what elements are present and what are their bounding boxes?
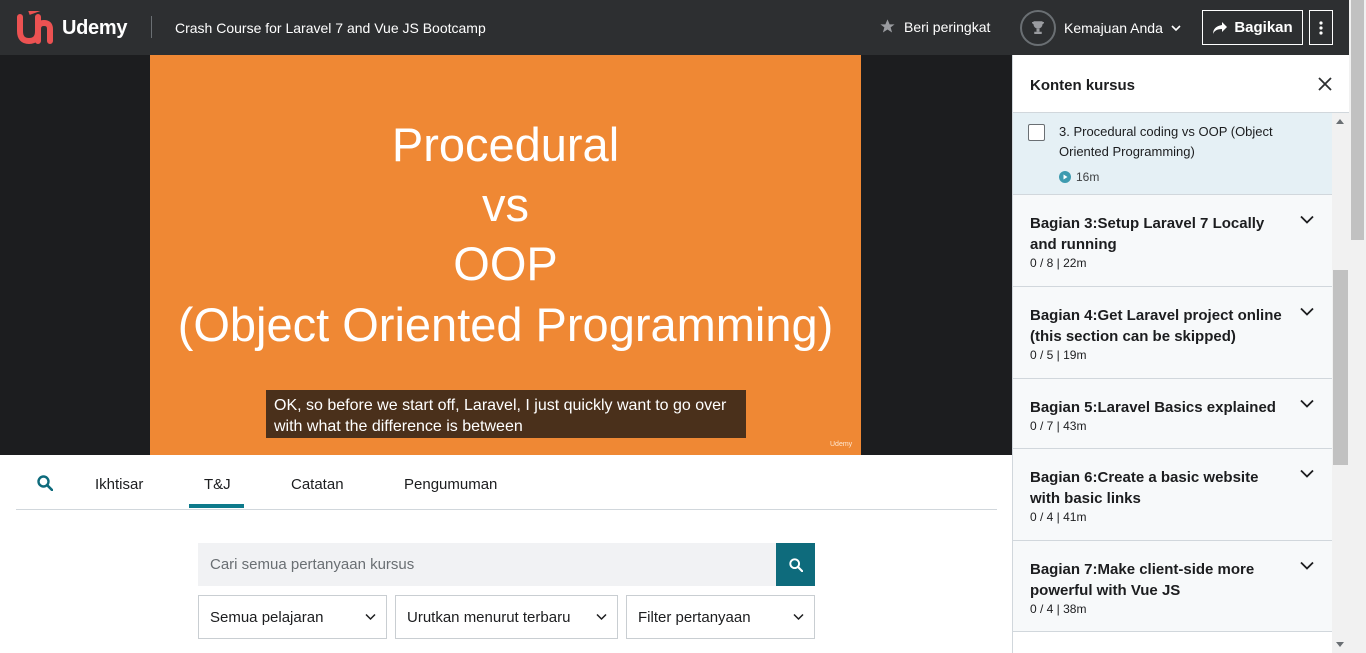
search-icon[interactable]	[37, 475, 53, 491]
lesson-filter-select[interactable]: Semua pelajaran	[198, 595, 387, 639]
tab-pengumuman[interactable]: Pengumuman	[404, 476, 497, 493]
video-player[interactable]: Procedural vs OOP (Object Oriented Progr…	[0, 55, 1012, 455]
section-title: Bagian 7:Make client-side more powerful …	[1030, 561, 1255, 599]
rate-button[interactable]: Beri peringkat	[879, 18, 990, 35]
course-content-sidebar: Konten kursus 3. Procedural coding vs OO…	[1012, 55, 1350, 653]
section-item[interactable]: Bagian 4:Get Laravel project online (thi…	[1013, 286, 1333, 378]
play-circle-icon	[1059, 171, 1071, 183]
tab-qna[interactable]: T&J	[204, 476, 231, 493]
section-title: Bagian 3:Setup Laravel 7 Locally and run…	[1030, 215, 1265, 253]
section-meta: 0 / 4 | 41m	[1030, 510, 1087, 524]
rate-label: Beri peringkat	[904, 18, 991, 35]
page-scrollbar-thumb[interactable]	[1351, 0, 1364, 240]
share-button[interactable]: Bagikan	[1202, 10, 1303, 45]
question-filter-select[interactable]: Filter pertanyaan	[626, 595, 815, 639]
lesson-filter-value: Semua pelajaran	[210, 608, 324, 626]
section-title: Bagian 4:Get Laravel project online (thi…	[1030, 307, 1282, 345]
sidebar-header: Konten kursus	[1013, 55, 1350, 113]
more-options-button[interactable]	[1309, 10, 1333, 45]
chevron-down-icon	[1300, 399, 1314, 408]
share-arrow-icon	[1213, 21, 1228, 34]
chevron-down-icon	[596, 613, 607, 621]
current-lecture-item[interactable]: 3. Procedural coding vs OOP (Object Orie…	[1013, 113, 1333, 194]
udemy-logo-icon	[17, 11, 53, 45]
search-icon	[788, 557, 803, 572]
lecture-complete-checkbox[interactable]	[1028, 124, 1045, 141]
lecture-duration: 16m	[1076, 170, 1100, 184]
section-item[interactable]: Bagian 7:Make client-side more powerful …	[1013, 540, 1333, 632]
slide-line-2: vs	[482, 178, 529, 231]
section-item[interactable]: Bagian 6:Create a basic website with bas…	[1013, 448, 1333, 540]
section-meta: 0 / 4 | 38m	[1030, 602, 1087, 616]
chevron-down-icon	[1300, 215, 1314, 224]
slide-line-1: Procedural	[391, 118, 620, 171]
section-item[interactable]: Bagian 3:Setup Laravel 7 Locally and run…	[1013, 194, 1333, 286]
close-icon[interactable]	[1318, 77, 1332, 91]
sidebar-scrollbar-thumb[interactable]	[1333, 270, 1348, 465]
question-filter-value: Filter pertanyaan	[638, 608, 751, 626]
chevron-down-icon	[365, 613, 376, 621]
lecture-meta: 16m	[1059, 170, 1099, 184]
section-title: Bagian 5:Laravel Basics explained	[1030, 399, 1276, 416]
lecture-slide: Procedural vs OOP (Object Oriented Progr…	[150, 55, 861, 455]
kebab-menu-icon	[1319, 20, 1323, 35]
share-label: Bagikan	[1234, 19, 1293, 36]
sidebar-title: Konten kursus	[1030, 77, 1136, 94]
section-meta: 0 / 7 | 43m	[1030, 419, 1087, 433]
header-divider	[151, 16, 152, 38]
content-tabs: Ikhtisar T&J Catatan Pengumuman	[16, 455, 997, 510]
slide-line-4: (Object Oriented Programming)	[177, 298, 834, 351]
section-meta: 0 / 8 | 22m	[1030, 256, 1087, 270]
slide-line-3: OOP	[453, 237, 558, 290]
tab-ikhtisar[interactable]: Ikhtisar	[95, 476, 143, 493]
active-tab-indicator	[189, 504, 244, 508]
lecture-title: 3. Procedural coding vs OOP (Object Orie…	[1059, 124, 1273, 159]
progress-dropdown[interactable]: Kemajuan Anda	[1020, 10, 1181, 46]
video-watermark: Udemy	[830, 441, 853, 448]
chevron-down-icon	[793, 613, 804, 621]
course-title[interactable]: Crash Course for Laravel 7 and Vue JS Bo…	[175, 20, 486, 36]
section-title: Bagian 6:Create a basic website with bas…	[1030, 469, 1259, 507]
section-meta: 0 / 5 | 19m	[1030, 348, 1087, 362]
trophy-icon	[1031, 21, 1045, 34]
chevron-down-icon	[1300, 561, 1314, 570]
sort-select[interactable]: Urutkan menurut terbaru	[395, 595, 618, 639]
qa-search-button[interactable]	[776, 543, 815, 586]
sort-value: Urutkan menurut terbaru	[407, 608, 571, 626]
chevron-down-icon	[1171, 25, 1181, 32]
scroll-down-arrow[interactable]	[1336, 642, 1344, 647]
progress-label: Kemajuan Anda	[1064, 20, 1163, 36]
top-header: Udemy Crash Course for Laravel 7 and Vue…	[0, 0, 1366, 55]
brand-name: Udemy	[62, 16, 128, 39]
section-item[interactable]: Bagian 5:Laravel Basics explained 0 / 7 …	[1013, 378, 1333, 448]
chevron-down-icon	[1300, 307, 1314, 316]
qa-search-bar	[198, 543, 815, 586]
progress-ring	[1020, 10, 1056, 46]
qa-search-input[interactable]	[198, 543, 776, 586]
udemy-logo[interactable]: Udemy	[16, 11, 128, 45]
tab-catatan[interactable]: Catatan	[291, 476, 344, 493]
star-icon	[880, 19, 895, 33]
chevron-down-icon	[1300, 469, 1314, 478]
video-caption: OK, so before we start off, Laravel, I j…	[266, 390, 746, 438]
scroll-up-arrow[interactable]	[1336, 119, 1344, 124]
